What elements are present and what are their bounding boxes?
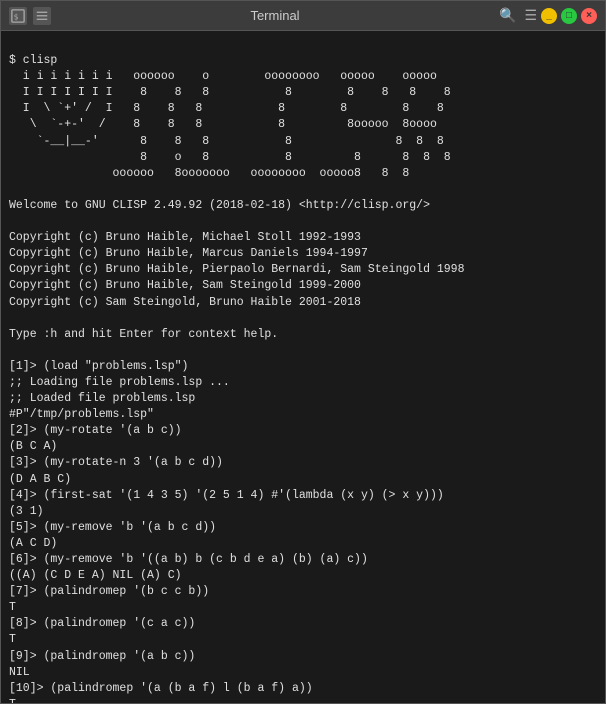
app-icon: $ <box>9 7 27 25</box>
menu-icon[interactable] <box>33 7 51 25</box>
titlebar: $ Terminal 🔍 ☰ _ □ × <box>1 1 605 31</box>
menu-dots-icon[interactable]: ☰ <box>524 8 537 24</box>
svg-text:$: $ <box>14 12 19 21</box>
toolbar-icons: 🔍 ☰ <box>499 8 537 24</box>
window-title: Terminal <box>51 8 499 23</box>
maximize-button[interactable]: □ <box>561 8 577 24</box>
search-icon[interactable]: 🔍 <box>499 8 516 24</box>
close-button[interactable]: × <box>581 8 597 24</box>
terminal-text: $ clisp i i i i i i i oooooo o oooooooo … <box>9 54 464 703</box>
titlebar-right: 🔍 ☰ _ □ × <box>499 8 597 24</box>
titlebar-left: $ <box>9 7 51 25</box>
terminal-output[interactable]: $ clisp i i i i i i i oooooo o oooooooo … <box>1 31 605 703</box>
minimize-button[interactable]: _ <box>541 8 557 24</box>
